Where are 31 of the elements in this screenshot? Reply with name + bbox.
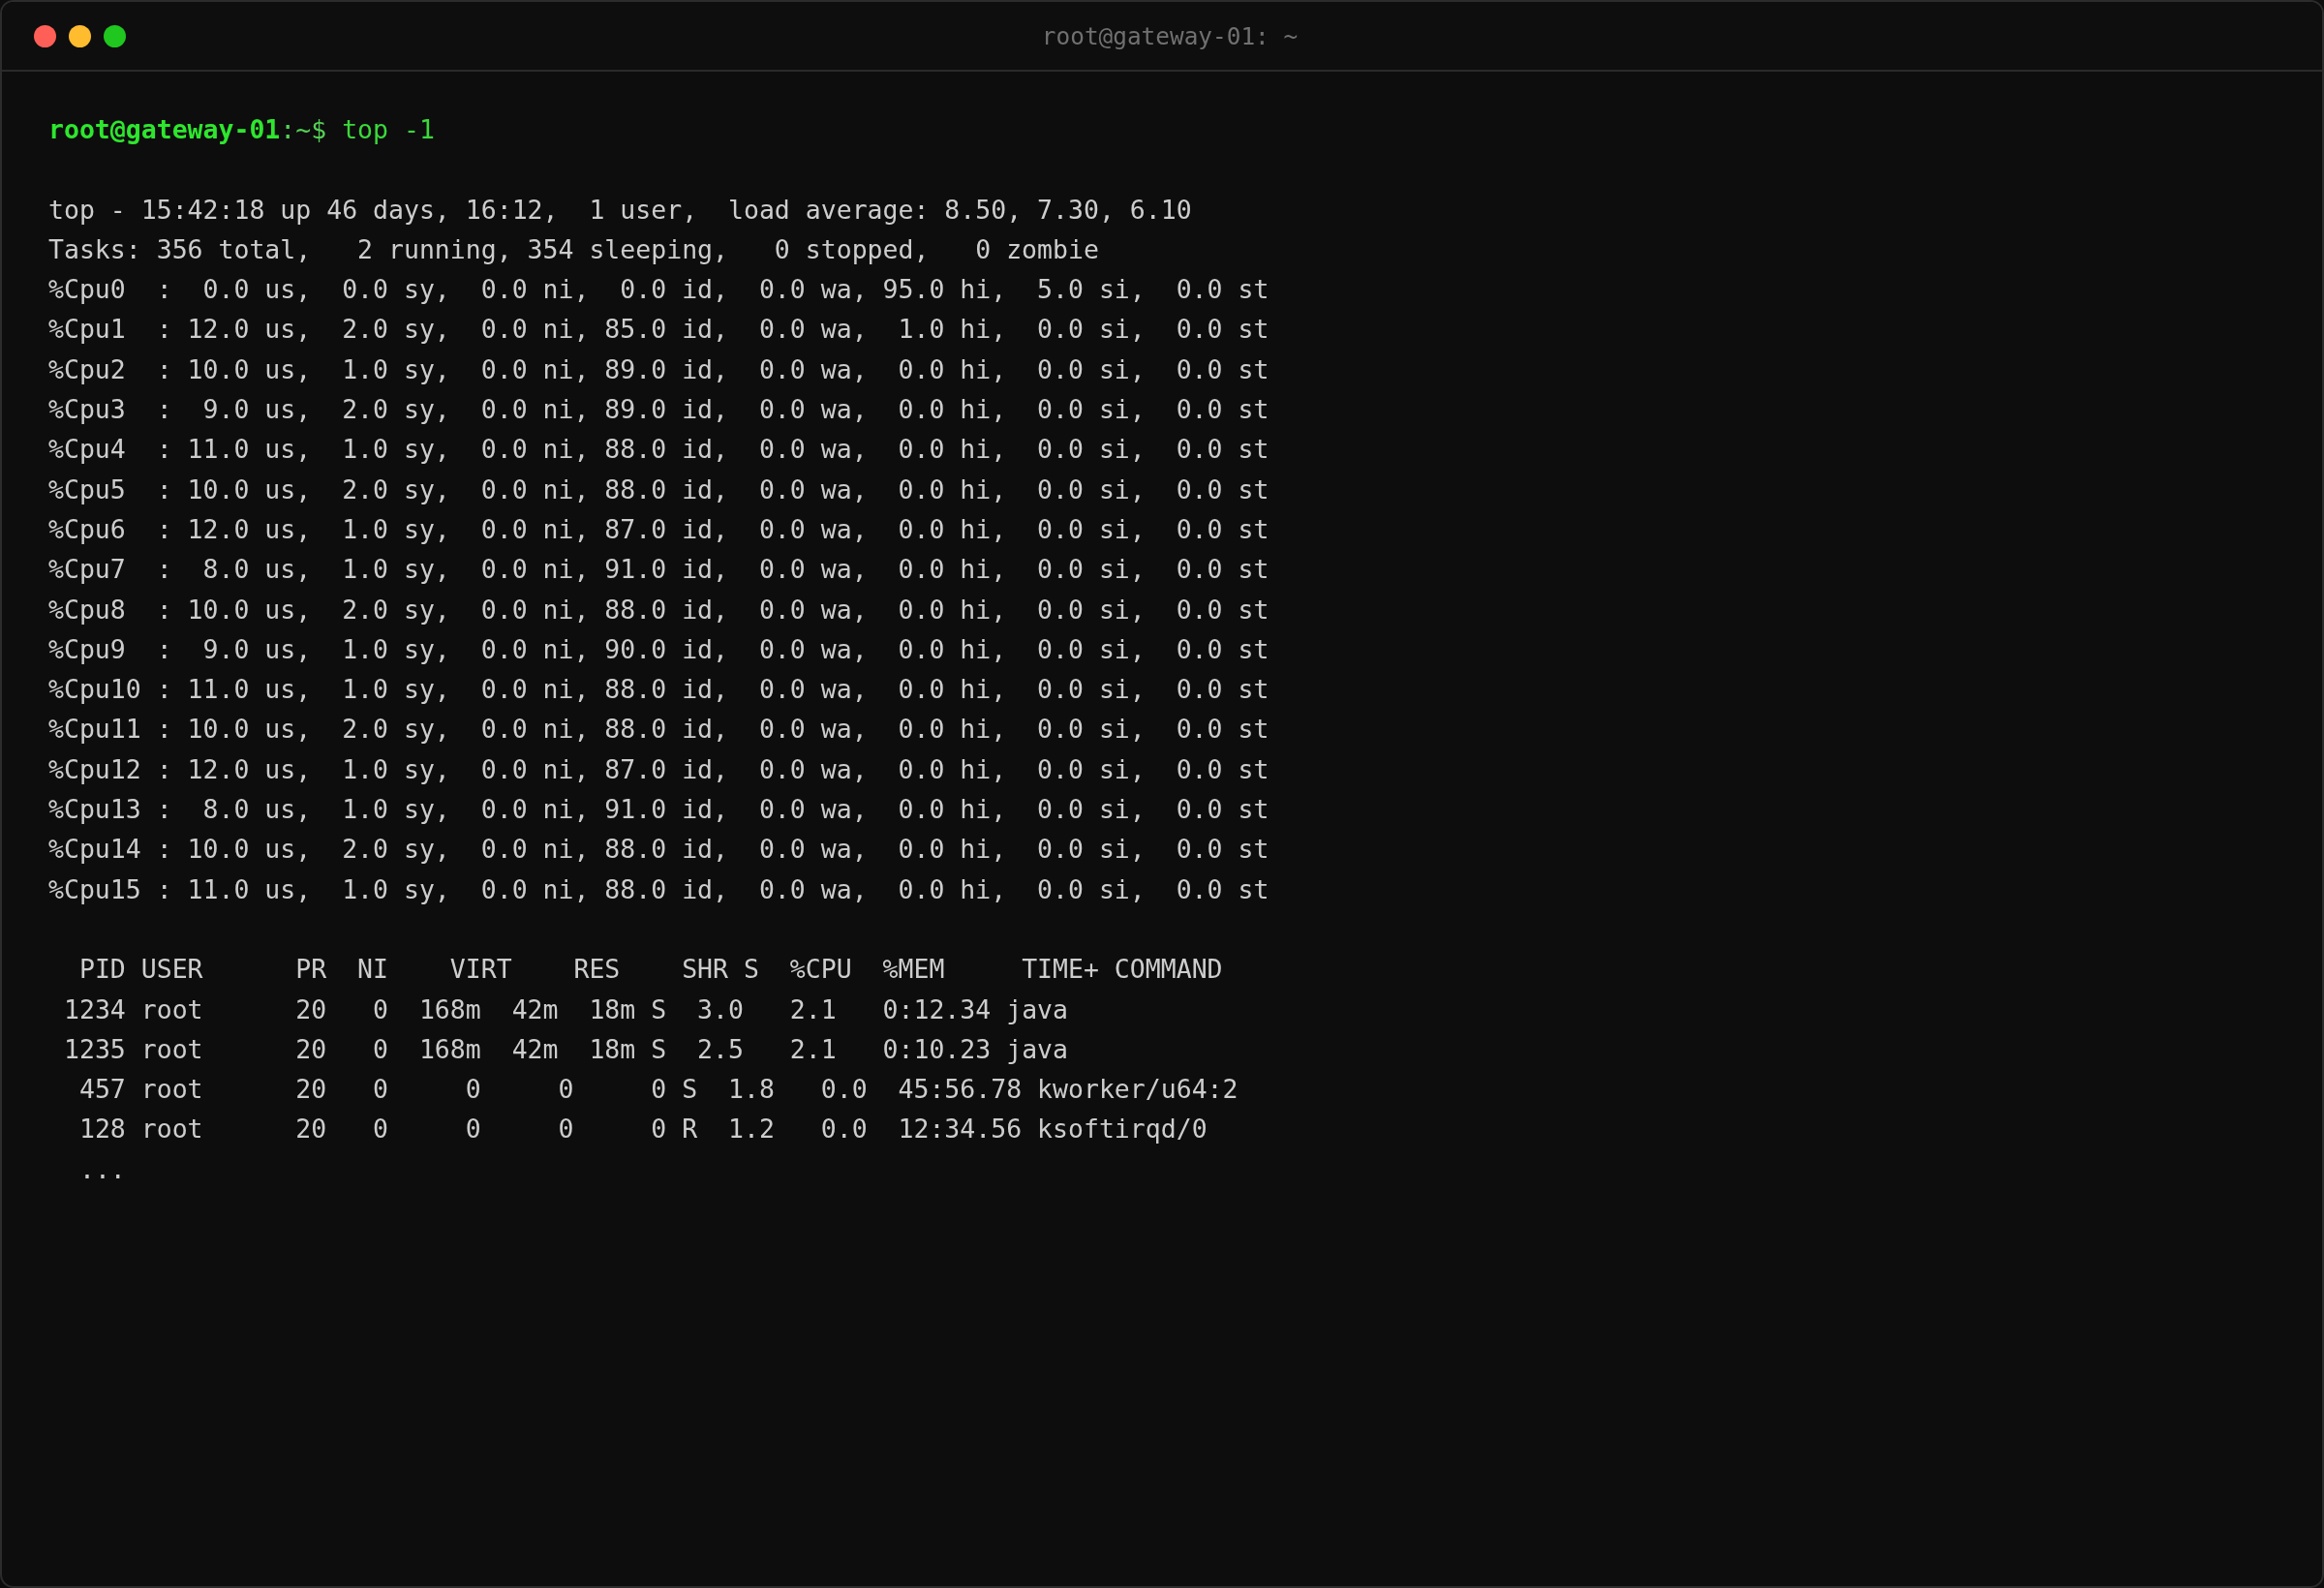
cpu-usage-line: %Cpu5 : 10.0 us, 2.0 sy, 0.0 ni, 88.0 id, 0.0 wa, 0.0 hi, 0.0 si, 0.0 st: [48, 473, 1269, 504]
close-button[interactable]: [34, 24, 56, 47]
cpu-usage-line: %Cpu9 : 9.0 us, 1.0 sy, 0.0 ni, 90.0 id, 0.0 wa, 0.0 hi, 0.0 si, 0.0 st: [48, 633, 1269, 664]
cpu-usage-line: %Cpu1 : 12.0 us, 2.0 sy, 0.0 ni, 85.0 id, 0.0 wa, 1.0 hi, 0.0 si, 0.0 st: [48, 314, 1269, 345]
cpu-usage-line: %Cpu15 : 11.0 us, 1.0 sy, 0.0 ni, 88.0 id, 0.0 wa, 0.0 hi, 0.0 si, 0.0 st: [48, 873, 1269, 904]
more-rows-ellipsis: ...: [78, 1153, 126, 1184]
minimize-button[interactable]: [69, 24, 91, 47]
cpu-usage-line: %Cpu7 : 8.0 us, 1.0 sy, 0.0 ni, 91.0 id, 0.0 wa, 0.0 hi, 0.0 si, 0.0 st: [48, 554, 1269, 585]
cpu-usage-line: %Cpu4 : 11.0 us, 1.0 sy, 0.0 ni, 88.0 id, 0.0 wa, 0.0 hi, 0.0 si, 0.0 st: [48, 434, 1269, 465]
cpu-usage-line: %Cpu2 : 10.0 us, 1.0 sy, 0.0 ni, 89.0 id, 0.0 wa, 0.0 hi, 0.0 si, 0.0 st: [48, 353, 1269, 384]
cpu-usage-line: %Cpu12 : 12.0 us, 1.0 sy, 0.0 ni, 87.0 id, 0.0 wa, 0.0 hi, 0.0 si, 0.0 st: [48, 753, 1269, 784]
cpu-usage-line: %Cpu14 : 10.0 us, 2.0 sy, 0.0 ni, 88.0 id, 0.0 wa, 0.0 hi, 0.0 si, 0.0 st: [48, 834, 1269, 865]
window-title: root@gateway-01: ~: [1040, 21, 1299, 50]
prompt-path: :~$: [280, 114, 327, 144]
process-row: 457 root 20 0 0 0 0 S 1.8 0.0 45:56.78 kworker/u64:2: [78, 1074, 1238, 1105]
process-table-header: PID USER PR NI VIRT RES SHR S %CPU %MEM TIME+ COMMAND: [78, 954, 1223, 985]
summary-line: Tasks: 356 total, 2 running, 354 sleeping, 0 stopped, 0 zombie: [48, 233, 1099, 264]
command-text: top -1: [342, 114, 435, 144]
cpu-usage-line: %Cpu0 : 0.0 us, 0.0 sy, 0.0 ni, 0.0 id, 0.0 wa, 95.0 hi, 5.0 si, 0.0 st: [48, 274, 1269, 305]
zoom-button[interactable]: [104, 24, 126, 47]
cpu-usage-line: %Cpu6 : 12.0 us, 1.0 sy, 0.0 ni, 87.0 id, 0.0 wa, 0.0 hi, 0.0 si, 0.0 st: [48, 513, 1269, 544]
process-row: 128 root 20 0 0 0 0 R 1.2 0.0 12:34.56 ksoftirqd/0: [78, 1114, 1208, 1145]
cpu-usage-line: %Cpu10 : 11.0 us, 1.0 sy, 0.0 ni, 88.0 id, 0.0 wa, 0.0 hi, 0.0 si, 0.0 st: [48, 674, 1269, 705]
summary-line: top - 15:42:18 up 46 days, 16:12, 1 user, load average: 8.50, 7.30, 6.10: [48, 194, 1192, 225]
cpu-usage-line: %Cpu3 : 9.0 us, 2.0 sy, 0.0 ni, 89.0 id, 0.0 wa, 0.0 hi, 0.0 si, 0.0 st: [48, 394, 1269, 425]
cpu-usage-line: %Cpu8 : 10.0 us, 2.0 sy, 0.0 ni, 88.0 id, 0.0 wa, 0.0 hi, 0.0 si, 0.0 st: [48, 594, 1269, 625]
cpu-usage-line: %Cpu11 : 10.0 us, 2.0 sy, 0.0 ni, 88.0 id, 0.0 wa, 0.0 hi, 0.0 si, 0.0 st: [48, 714, 1269, 745]
process-row: 1234 root 20 0 168m 42m 18m S 3.0 2.1 0:12.34 java: [63, 993, 1068, 1024]
process-row: 1235 root 20 0 168m 42m 18m S 2.5 2.1 0:10.23 java: [63, 1033, 1068, 1064]
prompt-user-host: root@gateway-01: [48, 114, 281, 144]
cpu-usage-line: %Cpu13 : 8.0 us, 1.0 sy, 0.0 ni, 91.0 id, 0.0 wa, 0.0 hi, 0.0 si, 0.0 st: [48, 794, 1269, 825]
